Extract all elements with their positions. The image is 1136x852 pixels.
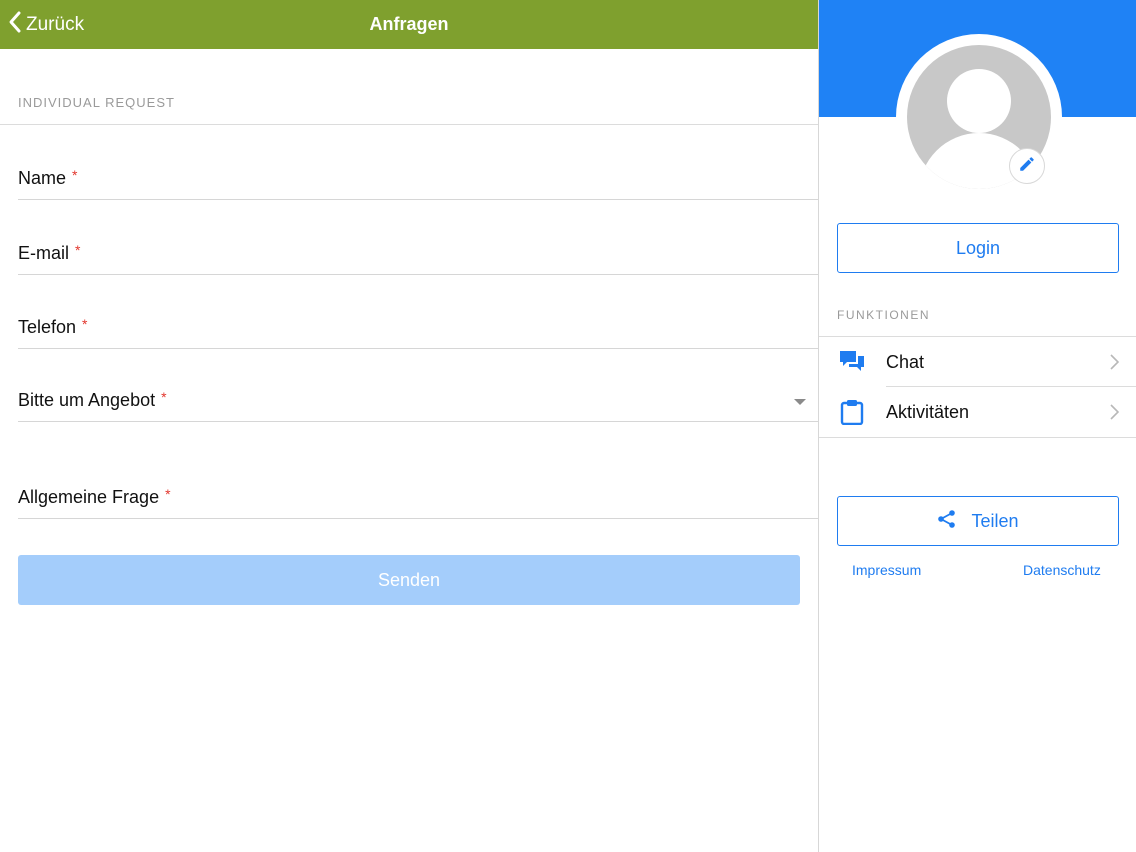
request-form-pane: Zurück Anfragen INDIVIDUAL REQUEST Name *…	[0, 0, 818, 852]
section-title: INDIVIDUAL REQUEST	[18, 95, 175, 110]
edit-avatar-button[interactable]	[1009, 148, 1045, 184]
share-icon	[937, 509, 971, 534]
login-button[interactable]: Login	[837, 223, 1119, 273]
functions-title: FUNKTIONEN	[837, 308, 930, 322]
share-button[interactable]: Teilen	[837, 496, 1119, 546]
question-field[interactable]: Allgemeine Frage *	[18, 479, 818, 519]
chat-bubbles-icon	[839, 349, 865, 375]
clipboard-icon	[839, 399, 865, 426]
chevron-right-icon	[1110, 404, 1120, 425]
chevron-right-icon	[1110, 354, 1120, 375]
required-marker: *	[75, 242, 81, 258]
field-label: Telefon *	[18, 316, 88, 337]
menu-item-label: Chat	[886, 352, 925, 372]
pencil-icon	[1018, 155, 1036, 178]
offer-select[interactable]: Bitte um Angebot *	[18, 382, 818, 422]
name-field[interactable]: Name *	[18, 160, 818, 200]
required-marker: *	[165, 486, 171, 502]
menu-item-label: Aktivitäten	[886, 402, 970, 422]
field-label: Allgemeine Frage *	[18, 486, 171, 507]
menu-item-chat[interactable]: Chat	[819, 337, 1136, 387]
menu-item-activities[interactable]: Aktivitäten	[819, 387, 1136, 437]
field-label: E-mail *	[18, 242, 81, 263]
field-label: Name *	[18, 167, 78, 188]
required-marker: *	[161, 389, 167, 405]
divider	[819, 437, 1136, 438]
share-label: Teilen	[971, 510, 1019, 531]
required-marker: *	[72, 167, 78, 183]
email-field[interactable]: E-mail *	[18, 235, 818, 275]
datenschutz-link[interactable]: Datenschutz	[1023, 562, 1101, 578]
dropdown-caret-icon	[794, 399, 806, 405]
divider	[0, 124, 818, 125]
profile-sidebar: Login FUNKTIONEN Chat Aktivitäten Teilen…	[818, 0, 1136, 852]
impressum-link[interactable]: Impressum	[852, 562, 921, 578]
page-title: Anfragen	[369, 14, 449, 34]
field-label: Bitte um Angebot *	[18, 389, 167, 410]
required-marker: *	[82, 316, 88, 332]
phone-field[interactable]: Telefon *	[18, 309, 818, 349]
send-button[interactable]: Senden	[18, 555, 800, 605]
nav-bar: Zurück Anfragen	[0, 0, 818, 49]
